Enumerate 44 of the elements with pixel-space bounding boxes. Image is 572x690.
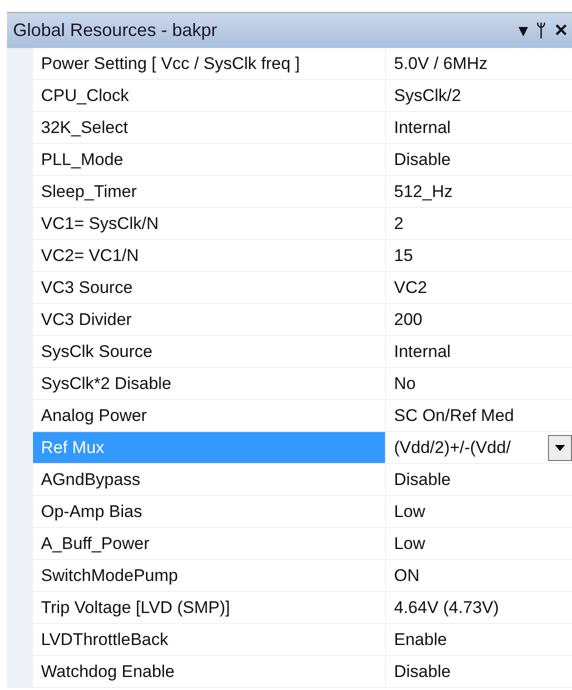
property-value[interactable]: 15 <box>386 240 572 272</box>
property-value[interactable]: SC On/Ref Med <box>386 400 572 432</box>
property-value[interactable]: Disable <box>386 656 572 688</box>
caret-icon <box>555 445 565 452</box>
property-value[interactable]: Internal <box>386 336 572 368</box>
window-title: Global Resources - bakpr <box>13 19 218 42</box>
property-value[interactable]: Disable <box>386 144 572 176</box>
property-value[interactable]: Low <box>386 496 572 528</box>
property-name[interactable]: SwitchModePump <box>33 560 386 592</box>
property-value[interactable]: SysClk/2 <box>386 80 572 112</box>
property-name[interactable]: LVDThrottleBack <box>33 624 386 656</box>
close-button[interactable]: ✕ <box>550 22 572 39</box>
property-value[interactable]: Disable <box>386 464 572 496</box>
property-value[interactable]: 512_Hz <box>386 176 572 208</box>
property-value[interactable]: (Vdd/2)+/-(Vdd/ <box>394 432 511 463</box>
property-name[interactable]: Watchdog Enable <box>33 656 386 688</box>
property-name[interactable]: PLL_Mode <box>33 144 386 176</box>
property-value[interactable]: 200 <box>386 304 572 336</box>
pin-button[interactable]: ᛘ <box>532 22 550 39</box>
property-value[interactable]: 4.64V (4.73V) <box>386 592 572 624</box>
property-name[interactable]: VC1= SysClk/N <box>33 208 386 240</box>
property-name[interactable]: A_Buff_Power <box>33 528 386 560</box>
property-name[interactable]: Trip Voltage [LVD (SMP)] <box>33 592 386 624</box>
property-value[interactable]: 5.0V / 6MHz <box>386 48 572 80</box>
property-value[interactable]: No <box>386 368 572 400</box>
property-name[interactable]: SysClk Source <box>33 336 386 368</box>
property-name[interactable]: VC3 Source <box>33 272 386 304</box>
dropdown-button[interactable] <box>548 434 572 460</box>
property-value[interactable]: 2 <box>386 208 572 240</box>
property-name[interactable]: 32K_Select <box>33 112 386 144</box>
property-name[interactable]: VC2= VC1/N <box>33 240 386 272</box>
property-value[interactable]: VC2 <box>386 272 572 304</box>
property-name[interactable]: Op-Amp Bias <box>33 496 386 528</box>
property-name[interactable]: CPU_Clock <box>33 80 386 112</box>
property-value[interactable]: Low <box>386 528 572 560</box>
property-name[interactable]: SysClk*2 Disable <box>33 368 386 400</box>
property-value[interactable]: Enable <box>386 624 572 656</box>
property-name[interactable]: Power Setting [ Vcc / SysClk freq ] <box>33 48 386 80</box>
property-value[interactable]: ON <box>386 560 572 592</box>
property-value[interactable]: Internal <box>386 112 572 144</box>
property-name[interactable]: Sleep_Timer <box>33 176 386 208</box>
property-name[interactable]: VC3 Divider <box>33 304 386 336</box>
dropdown-button[interactable]: ▾ <box>515 22 532 39</box>
property-name[interactable]: AGndBypass <box>33 464 386 496</box>
